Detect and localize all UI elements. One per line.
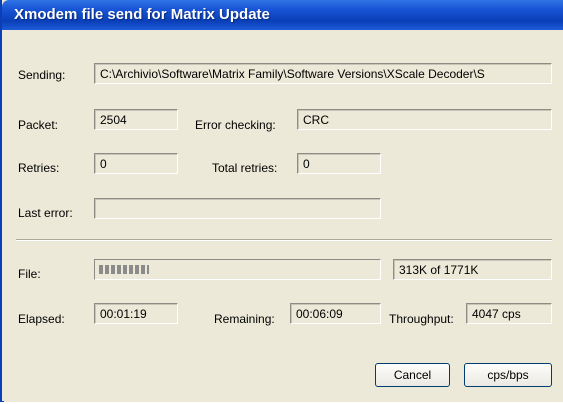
last-error-field xyxy=(94,198,381,219)
last-error-label: Last error: xyxy=(18,206,73,220)
total-retries-field: 0 xyxy=(297,153,381,174)
retries-field: 0 xyxy=(94,153,178,174)
total-retries-label: Total retries: xyxy=(212,161,278,175)
packet-field: 2504 xyxy=(94,109,178,130)
cancel-button[interactable]: Cancel xyxy=(375,363,450,387)
file-progress-text: 313K of 1771K xyxy=(393,259,552,280)
packet-label: Packet: xyxy=(18,118,59,132)
cps-bps-button[interactable]: cps/bps xyxy=(464,363,552,387)
window-title: Xmodem file send for Matrix Update xyxy=(14,6,270,23)
sending-field: C:\Archivio\Software\Matrix Family\Softw… xyxy=(94,63,552,84)
dialog-window: Xmodem file send for Matrix Update Sendi… xyxy=(0,0,563,402)
title-bar[interactable]: Xmodem file send for Matrix Update xyxy=(2,0,563,30)
elapsed-field: 00:01:19 xyxy=(94,303,178,324)
retries-label: Retries: xyxy=(18,161,60,175)
error-checking-field: CRC xyxy=(297,109,552,130)
separator xyxy=(16,239,552,241)
file-progress-bar xyxy=(94,259,381,280)
throughput-field: 4047 cps xyxy=(466,303,552,324)
throughput-label: Throughput: xyxy=(389,312,454,326)
dialog-body: Sending: C:\Archivio\Software\Matrix Fam… xyxy=(4,30,563,402)
sending-label: Sending: xyxy=(18,68,66,82)
elapsed-label: Elapsed: xyxy=(18,312,65,326)
remaining-field: 00:06:09 xyxy=(290,303,381,324)
remaining-label: Remaining: xyxy=(214,312,275,326)
error-checking-label: Error checking: xyxy=(195,118,276,132)
file-progress-fill xyxy=(99,265,149,274)
file-label: File: xyxy=(18,267,41,281)
